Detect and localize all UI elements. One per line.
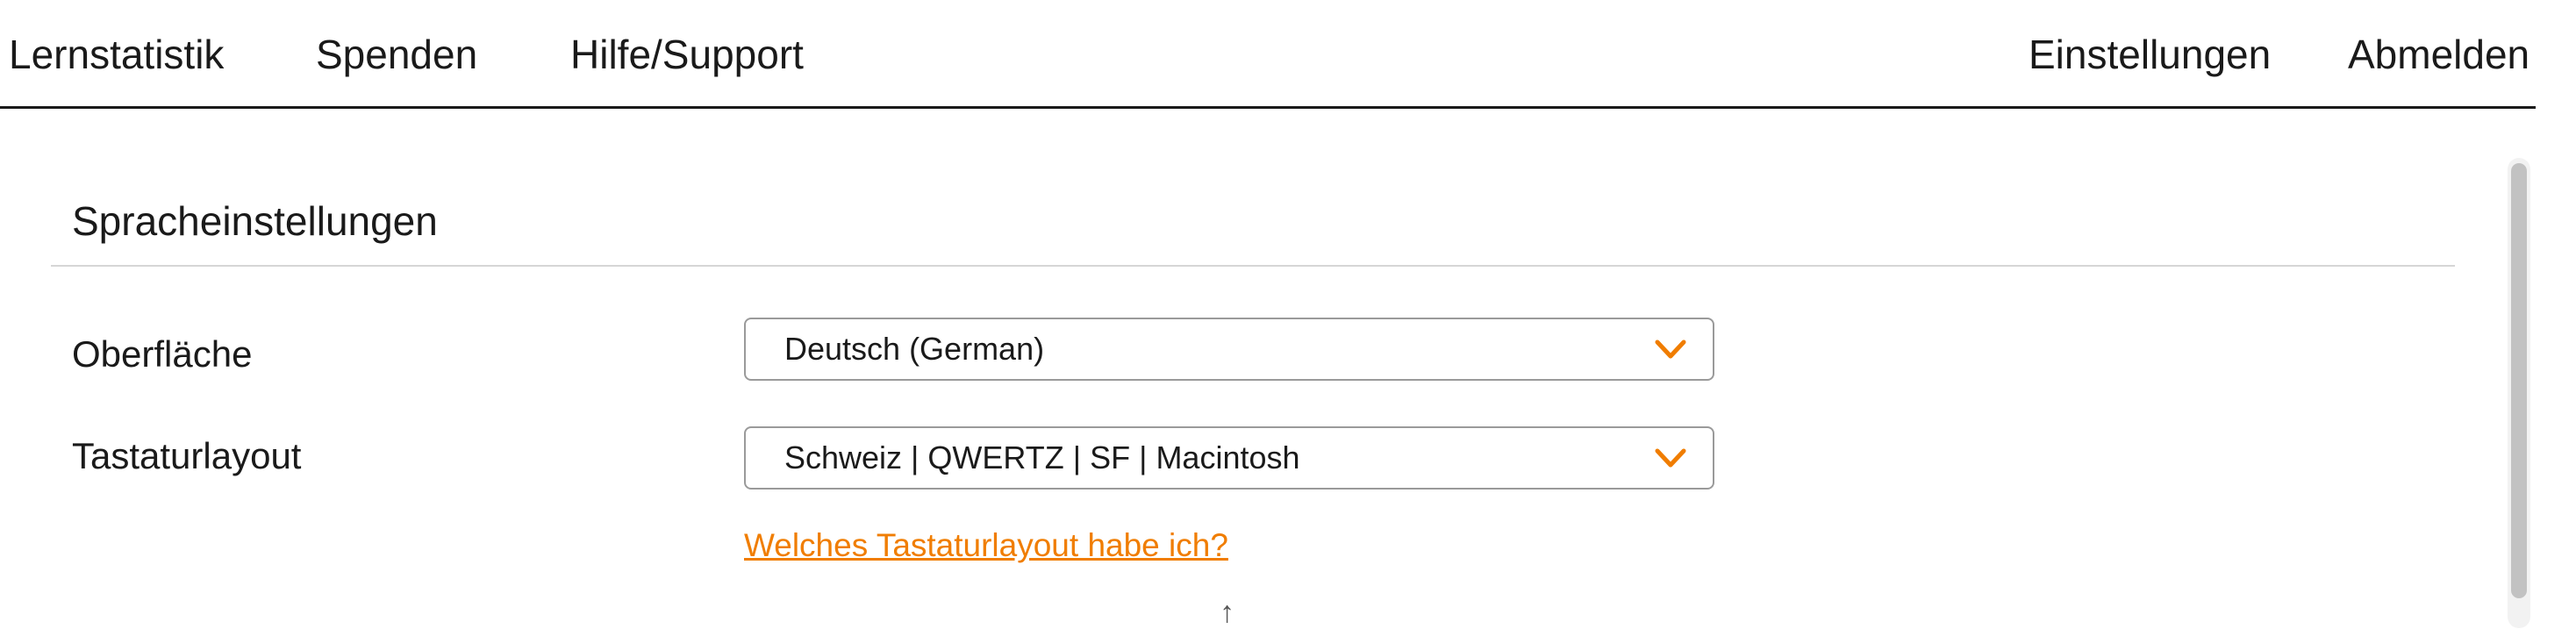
nav-item-logout[interactable]: Abmelden bbox=[2348, 26, 2529, 82]
nav-item-learning-statistics[interactable]: Lernstatistik bbox=[9, 26, 224, 82]
arrow-up-icon: ↑ bbox=[1220, 596, 1234, 629]
nav-item-donate[interactable]: Spenden bbox=[316, 26, 477, 82]
interface-language-label: Oberfläche bbox=[72, 333, 253, 375]
chevron-down-icon bbox=[1655, 340, 1686, 359]
nav-item-help-support[interactable]: Hilfe/Support bbox=[570, 26, 804, 82]
scrollbar[interactable] bbox=[2508, 158, 2530, 628]
keyboard-layout-select[interactable]: Schweiz | QWERTZ | SF | Macintosh bbox=[744, 426, 1714, 490]
keyboard-layout-label: Tastaturlayout bbox=[72, 435, 302, 476]
interface-language-select[interactable]: Deutsch (German) bbox=[744, 318, 1714, 381]
section-title: Spracheinstellungen bbox=[72, 198, 438, 244]
keyboard-layout-value: Schweiz | QWERTZ | SF | Macintosh bbox=[784, 440, 1300, 475]
keyboard-layout-help-link[interactable]: Welches Tastaturlayout habe ich? bbox=[744, 523, 1228, 568]
section-divider bbox=[51, 265, 2455, 267]
nav-item-settings[interactable]: Einstellungen bbox=[2029, 26, 2271, 82]
chevron-down-icon bbox=[1655, 448, 1686, 468]
interface-language-value: Deutsch (German) bbox=[784, 331, 1045, 367]
top-navigation: Lernstatistik Spenden Hilfe/Support Eins… bbox=[0, 0, 2536, 109]
scrollbar-thumb[interactable] bbox=[2511, 163, 2527, 598]
